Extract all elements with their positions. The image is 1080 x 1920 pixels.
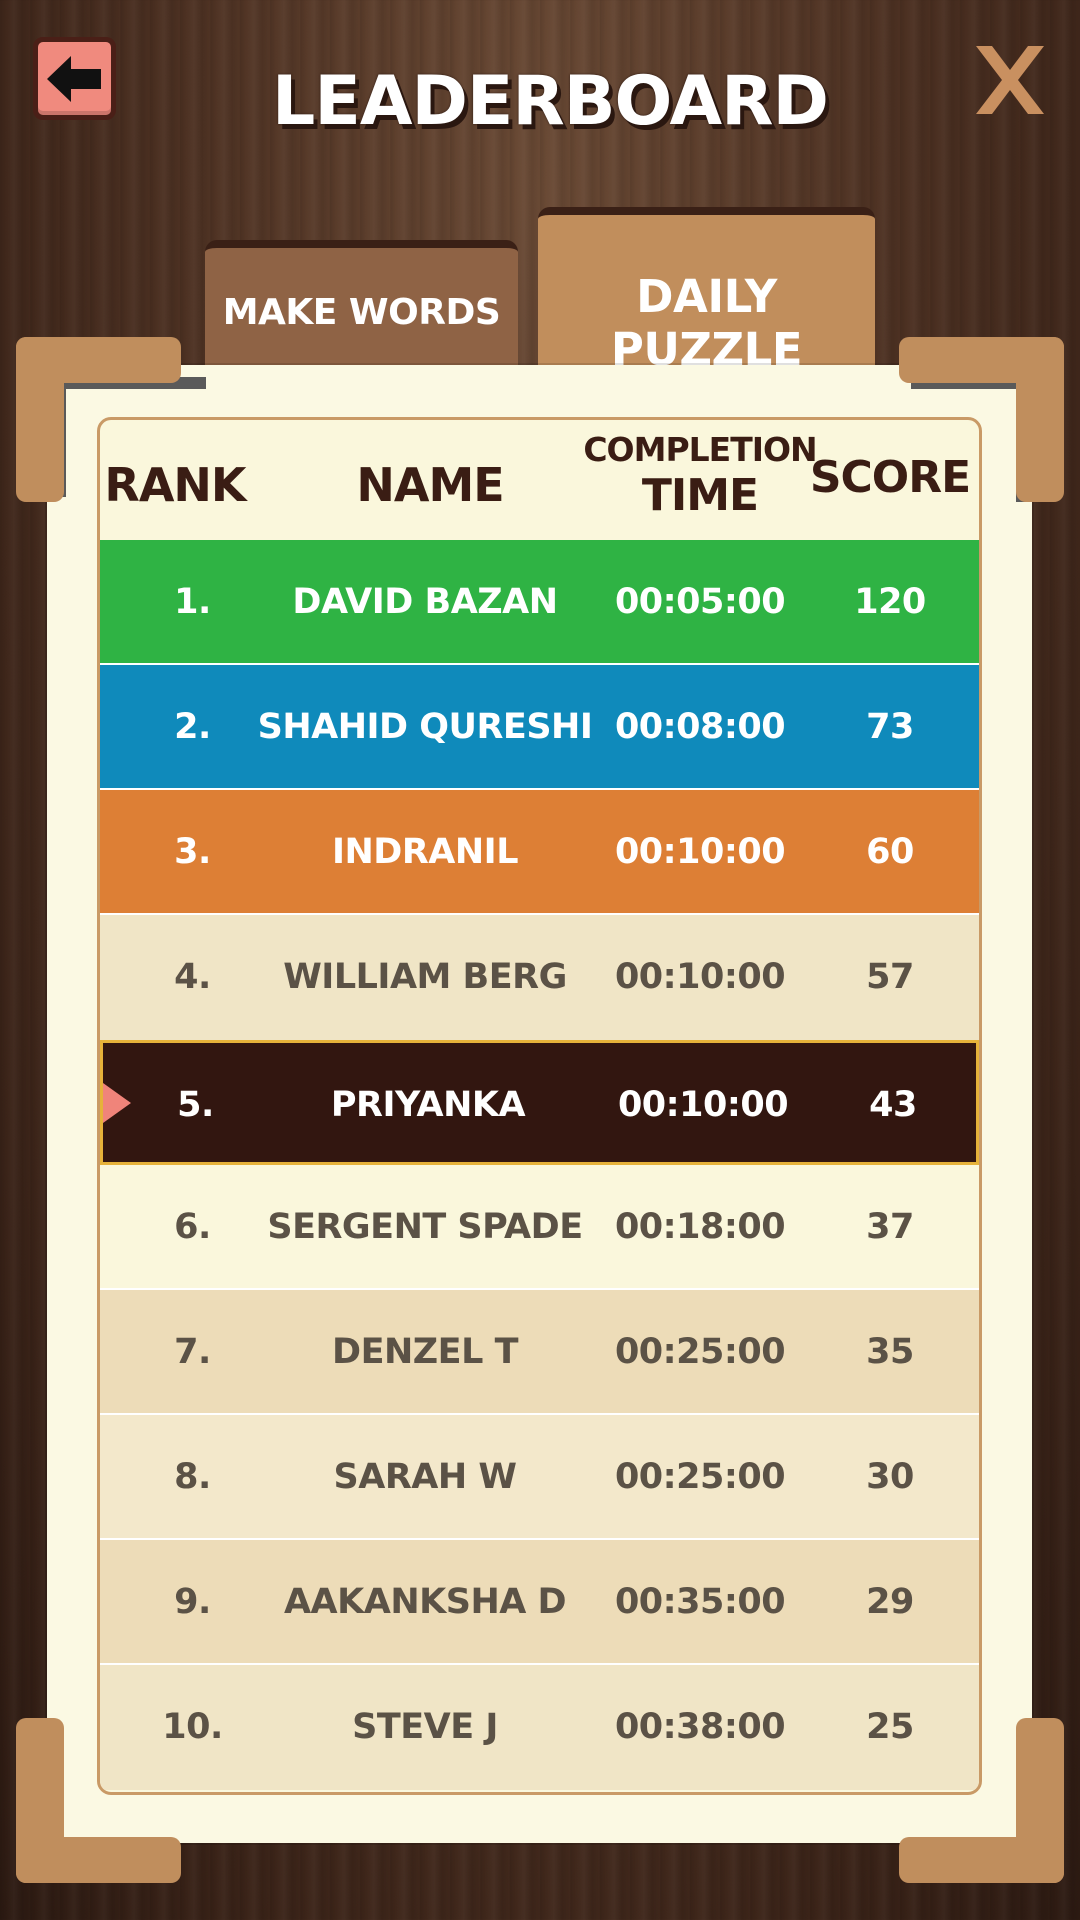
name-cell: STEVE J <box>352 1707 498 1747</box>
table-row: 3. INDRANIL 00:10:00 60 <box>100 790 979 915</box>
tab-daily-puzzle[interactable]: DAILY PUZZLE <box>538 207 875 376</box>
name-cell: SERGENT SPADE <box>267 1207 583 1247</box>
table-row: 4. WILLIAM BERG 00:10:00 57 <box>100 915 979 1040</box>
table-row: 7. DENZEL T 00:25:00 35 <box>100 1290 979 1415</box>
tab-make-words[interactable]: MAKE WORDS <box>205 240 518 366</box>
name-cell: WILLIAM BERG <box>283 957 567 997</box>
score-cell: 25 <box>866 1707 914 1747</box>
table-row: 8. SARAH W 00:25:00 30 <box>100 1415 979 1540</box>
close-button[interactable] <box>970 40 1050 120</box>
time-cell: 00:18:00 <box>614 1207 786 1247</box>
time-cell: 00:10:00 <box>617 1085 789 1125</box>
header-score: SCORE <box>809 452 971 503</box>
close-x-icon <box>976 46 1044 114</box>
score-cell: 35 <box>866 1332 914 1372</box>
table-row: 9. AAKANKSHA D 00:35:00 29 <box>100 1540 979 1665</box>
page-title: LEADERBOARD <box>272 62 829 141</box>
rank-cell: 10. <box>162 1707 223 1747</box>
name-cell: SHAHID QURESHI <box>257 707 593 747</box>
rank-cell: 9. <box>174 1582 211 1622</box>
rank-cell: 5. <box>177 1085 214 1125</box>
table-header: RANK NAME COMPLETION TIME SCORE <box>100 420 979 540</box>
table-row: 10. STEVE J 00:38:00 25 <box>100 1665 979 1790</box>
score-cell: 37 <box>866 1207 914 1247</box>
header-time-line1: COMPLETION <box>583 430 817 469</box>
header-name: NAME <box>356 458 504 512</box>
time-cell: 00:25:00 <box>614 1332 786 1372</box>
table-row: 6. SERGENT SPADE 00:18:00 37 <box>100 1165 979 1290</box>
time-cell: 00:05:00 <box>614 582 786 622</box>
time-cell: 00:38:00 <box>614 1707 786 1747</box>
time-cell: 00:35:00 <box>614 1582 786 1622</box>
score-cell: 30 <box>866 1457 914 1497</box>
leaderboard-table: RANK NAME COMPLETION TIME SCORE 1. DAVID … <box>97 417 982 1795</box>
score-cell: 43 <box>869 1085 917 1125</box>
rank-cell: 8. <box>174 1457 211 1497</box>
name-cell: DAVID BAZAN <box>292 582 558 622</box>
score-cell: 29 <box>866 1582 914 1622</box>
time-cell: 00:10:00 <box>614 957 786 997</box>
name-cell: AAKANKSHA D <box>283 1582 567 1622</box>
current-player-marker-icon <box>103 1082 131 1123</box>
table-row: 2. SHAHID QURESHI 00:08:00 73 <box>100 665 979 790</box>
name-cell: PRIYANKA <box>330 1085 526 1125</box>
time-cell: 00:25:00 <box>614 1457 786 1497</box>
score-cell: 60 <box>866 832 914 872</box>
score-cell: 57 <box>866 957 914 997</box>
name-cell: SARAH W <box>333 1457 517 1497</box>
name-cell: INDRANIL <box>331 832 519 872</box>
score-cell: 73 <box>866 707 914 747</box>
time-cell: 00:10:00 <box>614 832 786 872</box>
name-cell: DENZEL T <box>332 1332 518 1372</box>
rank-cell: 1. <box>174 582 211 622</box>
rank-cell: 2. <box>174 707 211 747</box>
rank-cell: 6. <box>174 1207 211 1247</box>
rank-cell: 3. <box>174 832 211 872</box>
tab-label: MAKE WORDS <box>222 292 501 333</box>
time-cell: 00:08:00 <box>614 707 786 747</box>
rank-cell: 4. <box>174 957 211 997</box>
tab-label: DAILY PUZZLE <box>610 270 803 376</box>
score-cell: 120 <box>854 582 926 622</box>
header-time-line2: TIME <box>641 470 759 521</box>
header-rank: RANK <box>104 458 246 512</box>
table-row: 1. DAVID BAZAN 00:05:00 120 <box>100 540 979 665</box>
rank-cell: 7. <box>174 1332 211 1372</box>
table-row-current-player: 5. PRIYANKA 00:10:00 43 <box>100 1040 979 1165</box>
